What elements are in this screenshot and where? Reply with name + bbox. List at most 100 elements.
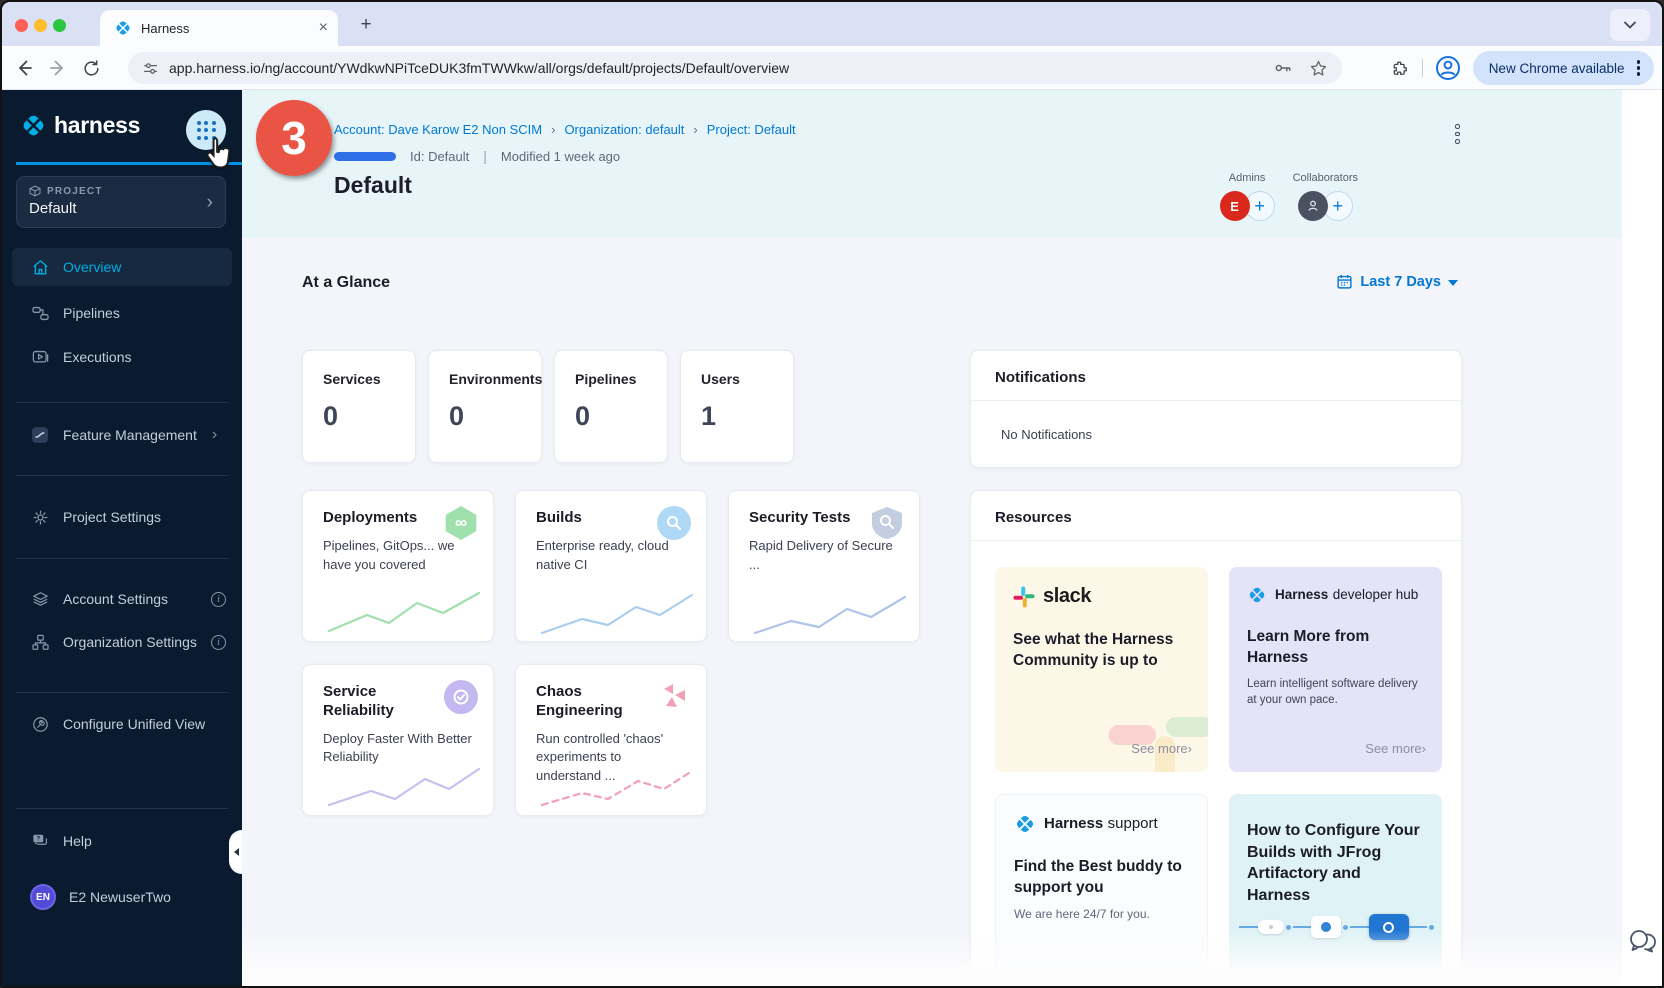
- harness-hub-logo-icon: [1247, 585, 1267, 605]
- sidebar-item-overview[interactable]: Overview: [12, 248, 232, 286]
- module-card-deployments[interactable]: Deployments Pipelines, GitOps... we have…: [302, 490, 494, 642]
- module-title: Chaos Engineering: [536, 683, 651, 721]
- browser-window: Harness × + app.harness.io/ng/account/YW…: [0, 0, 1664, 988]
- project-options-menu[interactable]: [1451, 120, 1464, 148]
- sidebar-divider: [16, 692, 228, 693]
- chat-bubbles-icon[interactable]: [1627, 926, 1657, 956]
- security-sparkline: [751, 585, 911, 637]
- slack-see-more-link[interactable]: See more›: [1131, 741, 1192, 756]
- bookmark-star-icon[interactable]: [1309, 59, 1328, 78]
- browser-tab[interactable]: Harness ×: [100, 10, 338, 46]
- sidebar-collapse-handle[interactable]: [229, 830, 242, 874]
- tab-search-button[interactable]: [1610, 9, 1650, 41]
- calendar-icon: [1336, 273, 1353, 290]
- sidebar-item-pipelines[interactable]: Pipelines: [2, 295, 242, 331]
- project-meta: Id: Default | Modified 1 week ago: [334, 148, 620, 164]
- slack-watermark: [1106, 676, 1208, 772]
- extensions-icon[interactable]: [1390, 58, 1410, 78]
- reload-icon[interactable]: [82, 59, 101, 78]
- screen: Harness × + app.harness.io/ng/account/YW…: [0, 0, 1664, 988]
- chevron-right-icon: ›: [212, 426, 217, 444]
- support-headline: Find the Best buddy to support you: [1014, 857, 1189, 899]
- tab-title: Harness: [141, 21, 319, 36]
- hub-headline: Learn More from Harness: [1247, 627, 1424, 669]
- date-range-picker[interactable]: Last 7 Days: [1336, 273, 1458, 290]
- module-card-chaos-engineering[interactable]: Chaos Engineering Run controlled 'chaos'…: [515, 664, 707, 816]
- wrench-icon: [30, 714, 50, 734]
- info-icon[interactable]: i: [211, 592, 226, 607]
- admin-avatar[interactable]: E: [1220, 191, 1250, 221]
- breadcrumb: Account: Dave Karow E2 Non SCIM › Organi…: [334, 122, 796, 137]
- project-selector[interactable]: PROJECT Default ›: [16, 176, 226, 228]
- profile-icon[interactable]: [1435, 55, 1461, 81]
- gear-icon: [30, 507, 50, 527]
- minimize-window-button[interactable]: [34, 19, 47, 32]
- sidebar-item-organization-settings[interactable]: Organization Settings i: [2, 624, 242, 660]
- stat-label: Pipelines: [575, 371, 647, 387]
- notifications-title: Notifications: [971, 351, 1461, 401]
- harness-logo[interactable]: harness: [20, 112, 140, 139]
- cursor-hand-icon: [200, 134, 238, 172]
- stat-label: Environments: [449, 371, 521, 387]
- forward-icon[interactable]: [48, 58, 68, 78]
- url-text: app.harness.io/ng/account/YWdkwNPiTceDUK…: [169, 60, 1273, 76]
- breadcrumb-org-link[interactable]: Organization: default: [564, 122, 684, 137]
- developer-hub-resource-card[interactable]: Harness developer hub Learn More from Ha…: [1229, 567, 1442, 772]
- project-label: PROJECT: [47, 186, 103, 197]
- module-card-builds[interactable]: Builds Enterprise ready, cloud native CI: [515, 490, 707, 642]
- sidebar-item-feature-management[interactable]: Feature Management ›: [2, 417, 242, 453]
- sidebar-item-account-settings[interactable]: Account Settings i: [2, 581, 242, 617]
- resources-panel: Resources slack See what the Harness Com…: [970, 490, 1462, 986]
- url-bar[interactable]: app.harness.io/ng/account/YWdkwNPiTceDUK…: [128, 52, 1342, 84]
- breadcrumb-account-link[interactable]: Account: Dave Karow E2 Non SCIM: [334, 122, 542, 137]
- builds-icon: [656, 505, 692, 541]
- stat-card-users[interactable]: Users 1: [680, 350, 794, 463]
- update-chrome-button[interactable]: New Chrome available: [1473, 51, 1654, 85]
- jfrog-resource-card[interactable]: How to Configure Your Builds with JFrog …: [1229, 794, 1442, 986]
- feature-management-icon: [30, 425, 50, 445]
- sidebar-divider: [16, 475, 228, 476]
- new-tab-button[interactable]: +: [354, 14, 378, 36]
- chrome-menu-icon[interactable]: [1633, 60, 1645, 76]
- sidebar-item-executions[interactable]: Executions: [2, 339, 242, 375]
- executions-icon: [30, 347, 50, 367]
- home-icon: [30, 257, 50, 277]
- info-icon[interactable]: i: [211, 635, 226, 650]
- password-key-icon[interactable]: [1273, 58, 1293, 78]
- collaborator-avatar[interactable]: [1298, 191, 1328, 221]
- zoom-window-button[interactable]: [53, 19, 66, 32]
- project-chevron-icon: ›: [207, 192, 213, 214]
- close-window-button[interactable]: [15, 19, 28, 32]
- stat-card-environments[interactable]: Environments 0: [428, 350, 542, 463]
- caret-down-icon: [1448, 280, 1458, 286]
- sidebar-item-label: Organization Settings: [63, 634, 197, 650]
- browser-toolbar: app.harness.io/ng/account/YWdkwNPiTceDUK…: [2, 46, 1662, 90]
- breadcrumb-project-link[interactable]: Project: Default: [707, 122, 796, 137]
- back-icon[interactable]: [14, 58, 34, 78]
- stat-card-services[interactable]: Services 0: [302, 350, 416, 463]
- tab-close-icon[interactable]: ×: [319, 20, 328, 36]
- stat-card-pipelines[interactable]: Pipelines 0: [554, 350, 668, 463]
- user-menu[interactable]: EN E2 NewuserTwo: [2, 879, 242, 915]
- support-brand-bold: Harness: [1044, 815, 1103, 832]
- site-settings-icon[interactable]: [142, 60, 159, 77]
- module-card-security-tests[interactable]: Security Tests Rapid Delivery of Secure …: [728, 490, 920, 642]
- sidebar-item-configure-unified-view[interactable]: Configure Unified View: [2, 706, 242, 742]
- support-resource-card[interactable]: Harness support Find the Best buddy to s…: [995, 794, 1208, 986]
- stat-value: 0: [575, 401, 647, 432]
- notifications-panel: Notifications No Notifications: [970, 350, 1462, 468]
- stat-value: 0: [323, 401, 395, 432]
- chaos-sparkline: [538, 759, 698, 811]
- module-card-service-reliability[interactable]: Service Reliability Deploy Faster With B…: [302, 664, 494, 816]
- annotation-step-badge: 3: [256, 100, 332, 176]
- sidebar-item-help[interactable]: ? Help: [2, 823, 242, 859]
- reliability-sparkline: [325, 759, 485, 811]
- hub-see-more-link[interactable]: See more›: [1365, 741, 1426, 756]
- sidebar-item-project-settings[interactable]: Project Settings: [2, 499, 242, 535]
- sidebar-divider: [16, 808, 228, 809]
- at-a-glance-title: At a Glance: [302, 274, 390, 292]
- stat-value: 0: [449, 401, 521, 432]
- svg-text:?: ?: [36, 835, 40, 842]
- update-chrome-label: New Chrome available: [1489, 61, 1625, 76]
- slack-resource-card[interactable]: slack See what the Harness Community is …: [995, 567, 1208, 772]
